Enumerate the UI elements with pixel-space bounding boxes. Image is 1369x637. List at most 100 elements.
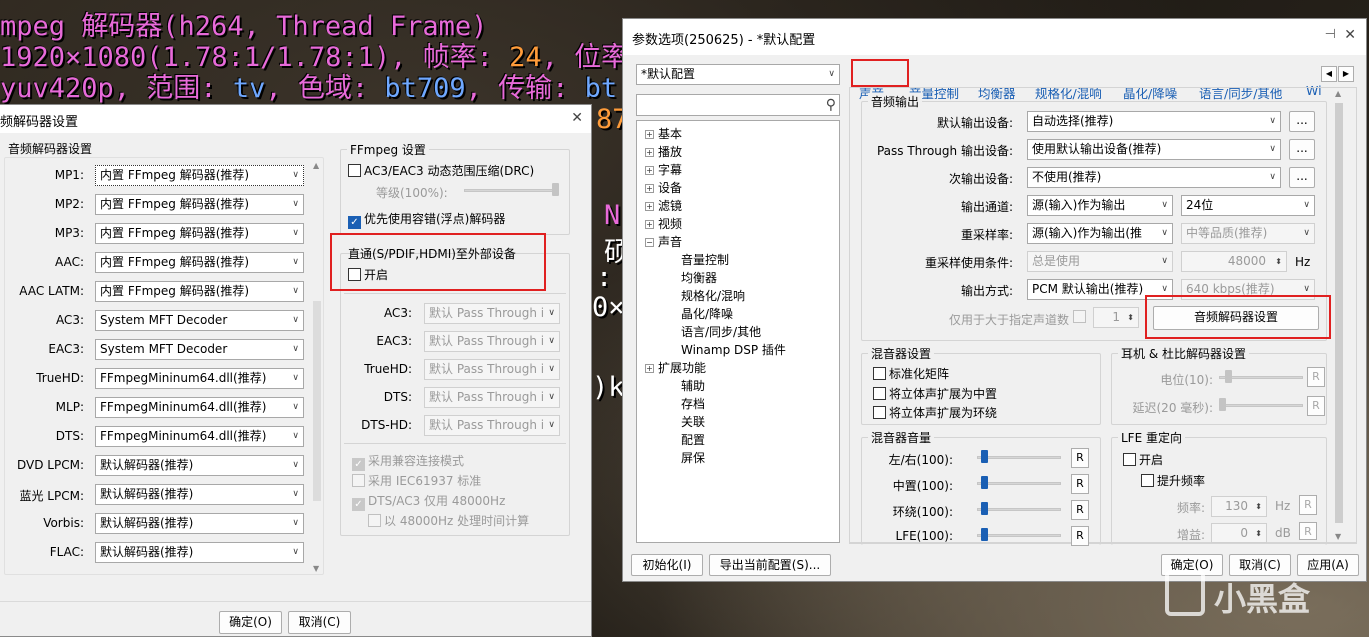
profile-select[interactable]: *默认配置 ∨ xyxy=(636,64,840,85)
mixer-volume-reset-button[interactable]: R xyxy=(1071,500,1089,520)
passthrough-select[interactable]: 默认 Pass Through i ∨ xyxy=(424,359,560,380)
decoder-select[interactable]: 默认解码器(推荐) ∨ xyxy=(95,542,304,563)
tree-item[interactable]: 辅助 xyxy=(681,377,705,394)
collapse-icon[interactable]: − xyxy=(645,238,654,247)
lfe-boost-checkbox[interactable]: 提升频率 xyxy=(1141,472,1205,489)
stereo-to-center-checkbox[interactable]: 将立体声扩展为中置 xyxy=(873,385,997,402)
default-device-select[interactable]: 自动选择(推荐) ∨ xyxy=(1027,111,1281,132)
decoder-select[interactable]: 内置 FFmpeg 解码器(推荐) ∨ xyxy=(95,223,304,244)
resample-hz-input[interactable]: 48000 ⬍ xyxy=(1181,251,1287,272)
decoder-select[interactable]: 默认解码器(推荐) ∨ xyxy=(95,455,304,476)
expand-icon[interactable]: + xyxy=(645,130,654,139)
slider-thumb[interactable] xyxy=(981,450,988,463)
expand-icon[interactable]: + xyxy=(645,364,654,373)
expand-icon[interactable]: + xyxy=(645,166,654,175)
secondary-device-more-button[interactable]: ... xyxy=(1289,167,1315,188)
passthrough-device-more-button[interactable]: ... xyxy=(1289,139,1315,160)
only-greater-checkbox[interactable] xyxy=(1073,310,1089,324)
expand-icon[interactable]: + xyxy=(645,220,654,229)
lfe-gain-input[interactable]: 0 ⬍ xyxy=(1211,523,1267,543)
close-icon[interactable]: ✕ xyxy=(571,110,583,126)
tree-item[interactable]: + 字幕 xyxy=(645,161,682,178)
tab-scroll[interactable]: ◀ ▶ xyxy=(1321,66,1355,82)
mixer-volume-slider[interactable] xyxy=(977,456,1061,459)
prefer-float-checkbox[interactable]: ✓ 优先使用容错(浮点)解码器 xyxy=(348,210,505,229)
headphone-delay-reset-button[interactable]: R xyxy=(1307,396,1325,416)
tree-item[interactable]: 晶化/降噪 xyxy=(681,305,733,322)
mixer-volume-slider[interactable] xyxy=(977,508,1061,511)
scrollbar[interactable]: ▲ ▼ xyxy=(1333,89,1345,541)
drc-level-slider[interactable] xyxy=(464,189,558,192)
mixer-volume-reset-button[interactable]: R xyxy=(1071,474,1089,494)
tree-item[interactable]: − 声音 xyxy=(645,233,682,250)
mixer-volume-reset-button[interactable]: R xyxy=(1071,448,1089,468)
output-mode-select[interactable]: PCM 默认输出(推荐) ∨ xyxy=(1027,279,1173,300)
export-config-button[interactable]: 导出当前配置(S)... xyxy=(709,554,831,576)
stereo-to-surround-checkbox[interactable]: 将立体声扩展为环绕 xyxy=(873,404,997,421)
apply-button[interactable]: 应用(A) xyxy=(1297,554,1359,576)
lfe-enable-checkbox[interactable]: 开启 xyxy=(1123,451,1163,468)
mixer-volume-reset-button[interactable]: R xyxy=(1071,526,1089,546)
decoder-select[interactable]: FFmpegMininum64.dll(推荐) ∨ xyxy=(95,368,304,389)
decoder-select[interactable]: System MFT Decoder ∨ xyxy=(95,339,304,360)
resample-quality-select[interactable]: 中等品质(推荐) ∨ xyxy=(1181,223,1315,244)
decoder-select[interactable]: 内置 FFmpeg 解码器(推荐) ∨ xyxy=(95,194,304,215)
bitrate-select[interactable]: 640 kbps(推荐) ∨ xyxy=(1181,279,1315,300)
tree-item[interactable]: + 播放 xyxy=(645,143,682,160)
mixer-volume-slider[interactable] xyxy=(977,534,1061,537)
slider-thumb[interactable] xyxy=(981,476,988,489)
tree-item[interactable]: + 扩展功能 xyxy=(645,359,706,376)
scrollbar[interactable]: ▲ ▼ xyxy=(311,161,323,573)
slider-thumb[interactable] xyxy=(981,502,988,515)
compat-mode-checkbox[interactable]: ✓ 采用兼容连接模式 xyxy=(352,452,464,471)
headphone-level-reset-button[interactable]: R xyxy=(1307,367,1325,387)
passthrough-select[interactable]: 默认 Pass Through i ∨ xyxy=(424,303,560,324)
slider-thumb[interactable] xyxy=(1219,398,1226,411)
cancel-button[interactable]: 取消(C) xyxy=(1229,554,1291,576)
dts-48k-checkbox[interactable]: ✓ DTS/AC3 仅用 48000Hz xyxy=(352,492,505,511)
lfe-frequency-input[interactable]: 130 ⬍ xyxy=(1211,496,1267,517)
decoder-select[interactable]: 默认解码器(推荐) ∨ xyxy=(95,513,304,534)
expand-icon[interactable]: + xyxy=(645,202,654,211)
mixer-volume-slider[interactable] xyxy=(977,482,1061,485)
passthrough-device-select[interactable]: 使用默认输出设备(推荐) ∨ xyxy=(1027,139,1281,160)
expand-icon[interactable]: + xyxy=(645,184,654,193)
default-device-more-button[interactable]: ... xyxy=(1289,111,1315,132)
iec61937-checkbox[interactable]: 采用 IEC61937 标准 xyxy=(352,472,481,489)
headphone-delay-slider[interactable] xyxy=(1219,404,1303,407)
lfe-frequency-reset-button[interactable]: R xyxy=(1299,495,1317,515)
tree-item[interactable]: 均衡器 xyxy=(681,269,717,286)
tree-item[interactable]: 存档 xyxy=(681,395,705,412)
bit-depth-select[interactable]: 24位 ∨ xyxy=(1181,195,1315,216)
reset-button[interactable]: 初始化(I) xyxy=(631,554,703,576)
resample-condition-select[interactable]: 总是使用 ∨ xyxy=(1027,251,1173,272)
decoder-select[interactable]: System MFT Decoder ∨ xyxy=(95,310,304,331)
slider-thumb[interactable] xyxy=(1225,370,1232,383)
decoder-select[interactable]: FFmpegMininum64.dll(推荐) ∨ xyxy=(95,397,304,418)
lfe-gain-reset-button[interactable]: R xyxy=(1299,522,1317,540)
normalize-matrix-checkbox[interactable]: 标准化矩阵 xyxy=(873,365,949,382)
decoder-select[interactable]: 内置 FFmpeg 解码器(推荐) ∨ xyxy=(95,281,304,302)
tree-item[interactable]: + 滤镜 xyxy=(645,197,682,214)
tree-item[interactable]: 屏保 xyxy=(681,449,705,466)
tree-item[interactable]: 规格化/混响 xyxy=(681,287,745,304)
decoder-select[interactable]: FFmpegMininum64.dll(推荐) ∨ xyxy=(95,426,304,447)
passthrough-select[interactable]: 默认 Pass Through i ∨ xyxy=(424,331,560,352)
passthrough-enable-checkbox[interactable]: 开启 xyxy=(348,266,388,283)
tree-item[interactable]: + 设备 xyxy=(645,179,682,196)
tree-search-input[interactable]: ⚲ xyxy=(636,94,840,116)
decoder-select[interactable]: 内置 FFmpeg 解码器(推荐) ∨ xyxy=(95,252,304,273)
slider-thumb[interactable] xyxy=(981,528,988,541)
drc-checkbox[interactable]: AC3/EAC3 动态范围压缩(DRC) xyxy=(348,162,534,179)
decoder-select[interactable]: 内置 FFmpeg 解码器(推荐) ∨ xyxy=(95,165,304,186)
calc-48k-checkbox[interactable]: 以 48000Hz 处理时间计算 xyxy=(368,512,529,529)
cancel-button[interactable]: 取消(C) xyxy=(288,611,351,634)
pin-icon[interactable]: ⊣ xyxy=(1325,27,1336,42)
tree-item[interactable]: 关联 xyxy=(681,413,705,430)
tree-item[interactable]: Winamp DSP 插件 xyxy=(681,341,786,358)
close-icon[interactable]: ✕ xyxy=(1344,27,1356,43)
tree-item[interactable]: 配置 xyxy=(681,431,705,448)
chevron-left-icon[interactable]: ◀ xyxy=(1321,66,1337,82)
passthrough-select[interactable]: 默认 Pass Through i ∨ xyxy=(424,387,560,408)
tree-item[interactable]: + 视频 xyxy=(645,215,682,232)
